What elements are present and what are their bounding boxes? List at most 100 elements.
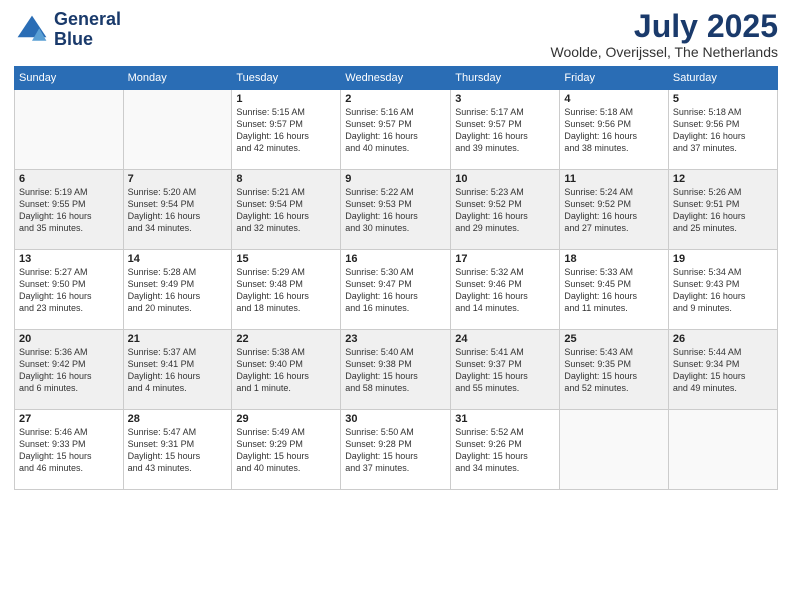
day-number: 5 [673,93,773,105]
day-number: 31 [455,413,555,425]
day-info: Sunrise: 5:52 AM Sunset: 9:26 PM Dayligh… [455,426,555,475]
col-monday: Monday [123,67,232,90]
col-saturday: Saturday [668,67,777,90]
day-number: 16 [345,253,446,265]
day-info: Sunrise: 5:20 AM Sunset: 9:54 PM Dayligh… [128,186,228,235]
table-row: 30Sunrise: 5:50 AM Sunset: 9:28 PM Dayli… [341,410,451,490]
day-info: Sunrise: 5:18 AM Sunset: 9:56 PM Dayligh… [564,106,663,155]
table-row: 22Sunrise: 5:38 AM Sunset: 9:40 PM Dayli… [232,330,341,410]
table-row: 29Sunrise: 5:49 AM Sunset: 9:29 PM Dayli… [232,410,341,490]
day-info: Sunrise: 5:27 AM Sunset: 9:50 PM Dayligh… [19,266,119,315]
day-info: Sunrise: 5:16 AM Sunset: 9:57 PM Dayligh… [345,106,446,155]
day-number: 17 [455,253,555,265]
table-row: 7Sunrise: 5:20 AM Sunset: 9:54 PM Daylig… [123,170,232,250]
day-number: 7 [128,173,228,185]
day-number: 13 [19,253,119,265]
calendar-week-row: 1Sunrise: 5:15 AM Sunset: 9:57 PM Daylig… [15,90,778,170]
calendar-week-row: 6Sunrise: 5:19 AM Sunset: 9:55 PM Daylig… [15,170,778,250]
day-info: Sunrise: 5:47 AM Sunset: 9:31 PM Dayligh… [128,426,228,475]
day-number: 14 [128,253,228,265]
day-number: 12 [673,173,773,185]
day-info: Sunrise: 5:17 AM Sunset: 9:57 PM Dayligh… [455,106,555,155]
calendar-week-row: 27Sunrise: 5:46 AM Sunset: 9:33 PM Dayli… [15,410,778,490]
calendar: Sunday Monday Tuesday Wednesday Thursday… [14,66,778,490]
table-row: 31Sunrise: 5:52 AM Sunset: 9:26 PM Dayli… [451,410,560,490]
day-number: 11 [564,173,663,185]
day-info: Sunrise: 5:50 AM Sunset: 9:28 PM Dayligh… [345,426,446,475]
month-title: July 2025 [551,10,778,42]
table-row: 13Sunrise: 5:27 AM Sunset: 9:50 PM Dayli… [15,250,124,330]
day-info: Sunrise: 5:33 AM Sunset: 9:45 PM Dayligh… [564,266,663,315]
day-number: 2 [345,93,446,105]
logo-icon [14,12,50,48]
day-info: Sunrise: 5:44 AM Sunset: 9:34 PM Dayligh… [673,346,773,395]
table-row: 6Sunrise: 5:19 AM Sunset: 9:55 PM Daylig… [15,170,124,250]
day-info: Sunrise: 5:30 AM Sunset: 9:47 PM Dayligh… [345,266,446,315]
day-info: Sunrise: 5:34 AM Sunset: 9:43 PM Dayligh… [673,266,773,315]
table-row: 21Sunrise: 5:37 AM Sunset: 9:41 PM Dayli… [123,330,232,410]
day-number: 29 [236,413,336,425]
logo: General Blue [14,10,121,50]
col-wednesday: Wednesday [341,67,451,90]
table-row: 9Sunrise: 5:22 AM Sunset: 9:53 PM Daylig… [341,170,451,250]
day-number: 1 [236,93,336,105]
day-number: 27 [19,413,119,425]
table-row: 4Sunrise: 5:18 AM Sunset: 9:56 PM Daylig… [560,90,668,170]
calendar-week-row: 13Sunrise: 5:27 AM Sunset: 9:50 PM Dayli… [15,250,778,330]
col-sunday: Sunday [15,67,124,90]
day-info: Sunrise: 5:22 AM Sunset: 9:53 PM Dayligh… [345,186,446,235]
table-row: 17Sunrise: 5:32 AM Sunset: 9:46 PM Dayli… [451,250,560,330]
day-number: 3 [455,93,555,105]
table-row: 14Sunrise: 5:28 AM Sunset: 9:49 PM Dayli… [123,250,232,330]
logo-text: General Blue [54,10,121,50]
table-row: 19Sunrise: 5:34 AM Sunset: 9:43 PM Dayli… [668,250,777,330]
table-row: 1Sunrise: 5:15 AM Sunset: 9:57 PM Daylig… [232,90,341,170]
day-number: 23 [345,333,446,345]
table-row: 12Sunrise: 5:26 AM Sunset: 9:51 PM Dayli… [668,170,777,250]
day-info: Sunrise: 5:26 AM Sunset: 9:51 PM Dayligh… [673,186,773,235]
table-row [15,90,124,170]
day-info: Sunrise: 5:24 AM Sunset: 9:52 PM Dayligh… [564,186,663,235]
day-info: Sunrise: 5:43 AM Sunset: 9:35 PM Dayligh… [564,346,663,395]
day-number: 22 [236,333,336,345]
page: General Blue July 2025 Woolde, Overijsse… [0,0,792,612]
table-row: 8Sunrise: 5:21 AM Sunset: 9:54 PM Daylig… [232,170,341,250]
table-row [123,90,232,170]
table-row: 20Sunrise: 5:36 AM Sunset: 9:42 PM Dayli… [15,330,124,410]
day-info: Sunrise: 5:23 AM Sunset: 9:52 PM Dayligh… [455,186,555,235]
table-row: 15Sunrise: 5:29 AM Sunset: 9:48 PM Dayli… [232,250,341,330]
day-number: 9 [345,173,446,185]
day-info: Sunrise: 5:19 AM Sunset: 9:55 PM Dayligh… [19,186,119,235]
day-number: 6 [19,173,119,185]
calendar-header-row: Sunday Monday Tuesday Wednesday Thursday… [15,67,778,90]
table-row: 2Sunrise: 5:16 AM Sunset: 9:57 PM Daylig… [341,90,451,170]
day-info: Sunrise: 5:37 AM Sunset: 9:41 PM Dayligh… [128,346,228,395]
day-info: Sunrise: 5:29 AM Sunset: 9:48 PM Dayligh… [236,266,336,315]
day-info: Sunrise: 5:46 AM Sunset: 9:33 PM Dayligh… [19,426,119,475]
day-number: 8 [236,173,336,185]
day-number: 28 [128,413,228,425]
table-row: 27Sunrise: 5:46 AM Sunset: 9:33 PM Dayli… [15,410,124,490]
day-number: 15 [236,253,336,265]
table-row: 24Sunrise: 5:41 AM Sunset: 9:37 PM Dayli… [451,330,560,410]
day-info: Sunrise: 5:21 AM Sunset: 9:54 PM Dayligh… [236,186,336,235]
col-thursday: Thursday [451,67,560,90]
day-info: Sunrise: 5:15 AM Sunset: 9:57 PM Dayligh… [236,106,336,155]
day-info: Sunrise: 5:28 AM Sunset: 9:49 PM Dayligh… [128,266,228,315]
table-row: 11Sunrise: 5:24 AM Sunset: 9:52 PM Dayli… [560,170,668,250]
day-info: Sunrise: 5:38 AM Sunset: 9:40 PM Dayligh… [236,346,336,395]
day-number: 20 [19,333,119,345]
day-number: 25 [564,333,663,345]
day-info: Sunrise: 5:36 AM Sunset: 9:42 PM Dayligh… [19,346,119,395]
table-row: 26Sunrise: 5:44 AM Sunset: 9:34 PM Dayli… [668,330,777,410]
table-row: 16Sunrise: 5:30 AM Sunset: 9:47 PM Dayli… [341,250,451,330]
table-row: 3Sunrise: 5:17 AM Sunset: 9:57 PM Daylig… [451,90,560,170]
day-number: 10 [455,173,555,185]
day-info: Sunrise: 5:49 AM Sunset: 9:29 PM Dayligh… [236,426,336,475]
table-row: 10Sunrise: 5:23 AM Sunset: 9:52 PM Dayli… [451,170,560,250]
header: General Blue July 2025 Woolde, Overijsse… [14,10,778,60]
day-number: 4 [564,93,663,105]
day-info: Sunrise: 5:41 AM Sunset: 9:37 PM Dayligh… [455,346,555,395]
day-info: Sunrise: 5:32 AM Sunset: 9:46 PM Dayligh… [455,266,555,315]
table-row: 23Sunrise: 5:40 AM Sunset: 9:38 PM Dayli… [341,330,451,410]
